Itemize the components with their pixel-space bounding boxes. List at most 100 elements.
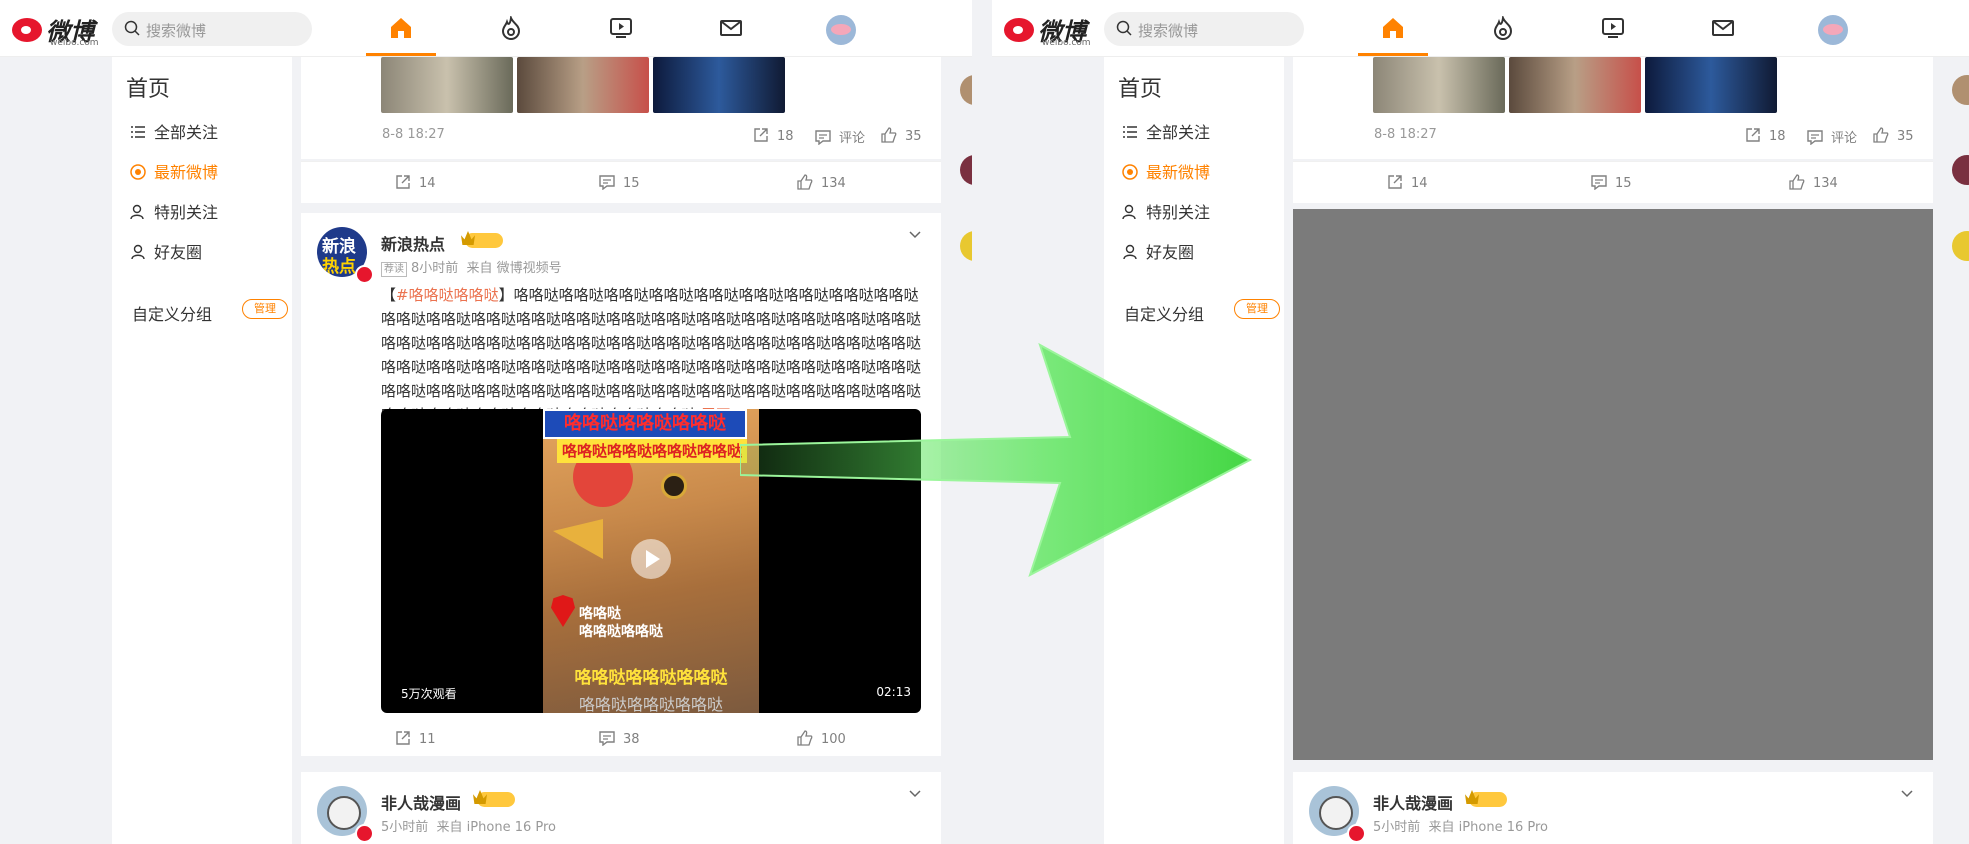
search-placeholder: 搜索微博 bbox=[1138, 22, 1199, 40]
user-avatar[interactable] bbox=[826, 15, 856, 45]
mail-icon bbox=[1712, 20, 1734, 36]
weibo-logo[interactable]: 微博 weibo.com bbox=[1002, 10, 1092, 48]
share-count: 18 bbox=[777, 129, 794, 144]
manage-button[interactable]: 管理 bbox=[242, 299, 288, 319]
right-column bbox=[1942, 57, 1969, 844]
post-image[interactable] bbox=[1373, 57, 1505, 113]
post-meta: 荐读 8小时前 来自 微博视频号 bbox=[381, 257, 562, 277]
verified-icon bbox=[1347, 824, 1366, 843]
post-image[interactable] bbox=[1509, 57, 1641, 113]
sidebar-item-all-follow[interactable]: 全部关注 bbox=[1122, 119, 1210, 143]
sidebar-item-special[interactable]: 特别关注 bbox=[130, 199, 218, 223]
chicken-eye bbox=[661, 473, 687, 499]
like-button[interactable]: 134 bbox=[797, 174, 846, 191]
search-box[interactable]: 搜索微博 bbox=[1104, 12, 1304, 46]
sidebar-item-latest[interactable]: 最新微博 bbox=[1122, 159, 1210, 183]
user-icon bbox=[1123, 244, 1137, 260]
weibo-logo[interactable]: 微博 weibo.com bbox=[10, 10, 100, 48]
comment-button[interactable]: 评论 bbox=[815, 127, 865, 146]
share-count: 11 bbox=[419, 732, 436, 747]
comment-button[interactable]: 15 bbox=[599, 174, 640, 191]
post-source: 来自 iPhone 16 Pro bbox=[1428, 820, 1548, 835]
nav-home[interactable] bbox=[366, 0, 436, 56]
chevron-down-icon[interactable] bbox=[909, 788, 921, 800]
sidebar-item-special[interactable]: 特别关注 bbox=[1122, 199, 1210, 223]
chevron-down-icon[interactable] bbox=[1901, 788, 1913, 800]
comment-icon bbox=[599, 731, 615, 746]
list-icon bbox=[131, 126, 145, 138]
user-avatar[interactable] bbox=[1818, 15, 1848, 45]
avatar[interactable] bbox=[1952, 75, 1969, 105]
post-author[interactable]: 非人哉漫画 bbox=[381, 790, 461, 814]
post-image[interactable] bbox=[517, 57, 649, 113]
share-button[interactable]: 18 bbox=[753, 127, 794, 144]
next-post-card: 非人哉漫画 5小时前 来自 iPhone 16 Pro bbox=[301, 772, 941, 844]
video-caption-bottom: 咯咯哒咯咯哒咯咯哒 bbox=[574, 668, 728, 688]
search-box[interactable]: 搜索微博 bbox=[112, 12, 312, 46]
post-image[interactable] bbox=[381, 57, 513, 113]
sidebar-item-label: 最新微博 bbox=[1146, 163, 1211, 182]
like-button[interactable]: 100 bbox=[797, 730, 846, 747]
nav-mail[interactable] bbox=[1688, 0, 1758, 56]
avatar[interactable] bbox=[960, 231, 972, 261]
sidebar-item-friends[interactable]: 好友圈 bbox=[1122, 239, 1194, 263]
hot-icon bbox=[501, 16, 521, 40]
share-button[interactable]: 18 bbox=[1745, 127, 1786, 144]
video-views: 5万次观看 bbox=[401, 687, 457, 701]
sidebar-item-label: 好友圈 bbox=[1146, 243, 1195, 262]
comment-button[interactable]: 评论 bbox=[1807, 127, 1857, 146]
comment-button[interactable]: 15 bbox=[1591, 174, 1632, 191]
sidebar-item-friends[interactable]: 好友圈 bbox=[130, 239, 202, 263]
post-meta: 5小时前 来自 iPhone 16 Pro bbox=[381, 816, 556, 835]
post-image[interactable] bbox=[1645, 57, 1777, 113]
avatar[interactable] bbox=[960, 155, 972, 185]
share-button[interactable]: 11 bbox=[395, 730, 436, 747]
avatar[interactable] bbox=[1952, 231, 1969, 261]
post-time[interactable]: 5小时前 bbox=[381, 820, 428, 835]
manage-button[interactable]: 管理 bbox=[1234, 299, 1280, 319]
sidebar-item-latest[interactable]: 最新微博 bbox=[130, 159, 218, 183]
chevron-down-icon[interactable] bbox=[909, 229, 921, 241]
comment-count: 15 bbox=[623, 176, 640, 191]
action-bar-inner: 14 15 134 bbox=[301, 161, 941, 202]
like-button[interactable]: 134 bbox=[1789, 174, 1838, 191]
post-image[interactable] bbox=[653, 57, 785, 113]
post-time[interactable]: 5小时前 bbox=[1373, 820, 1420, 835]
nav-hot[interactable] bbox=[476, 0, 546, 56]
post-source: 来自 iPhone 16 Pro bbox=[436, 820, 556, 835]
share-button[interactable]: 14 bbox=[1387, 174, 1428, 191]
comment-count: 38 bbox=[623, 732, 640, 747]
search-placeholder: 搜索微博 bbox=[146, 22, 207, 40]
share-count: 18 bbox=[1769, 129, 1786, 144]
like-icon bbox=[797, 730, 813, 746]
avatar[interactable] bbox=[1952, 155, 1969, 185]
comment-icon bbox=[599, 175, 615, 190]
like-button[interactable]: 35 bbox=[881, 127, 922, 144]
post-author[interactable]: 新浪热点 bbox=[381, 231, 445, 255]
bracket: 【 bbox=[381, 286, 397, 304]
comment-button[interactable]: 38 bbox=[599, 730, 640, 747]
nav-hot[interactable] bbox=[1468, 0, 1538, 56]
video-icon bbox=[610, 18, 632, 38]
nav-video[interactable] bbox=[1578, 0, 1648, 56]
share-button[interactable]: 14 bbox=[395, 174, 436, 191]
sidebar-item-all-follow[interactable]: 全部关注 bbox=[130, 119, 218, 143]
vip-badge-icon bbox=[465, 233, 503, 248]
video-caption-top: 咯咯哒咯咯哒咯咯哒 bbox=[543, 409, 747, 439]
nav-video[interactable] bbox=[586, 0, 656, 56]
like-count: 100 bbox=[821, 732, 846, 747]
topic-link[interactable]: #咯咯哒咯咯哒 bbox=[396, 286, 499, 304]
location-line: 咯咯哒咯咯哒 bbox=[579, 624, 663, 640]
post-time[interactable]: 8小时前 bbox=[411, 261, 458, 276]
post-author[interactable]: 非人哉漫画 bbox=[1373, 790, 1453, 814]
nav-mail[interactable] bbox=[696, 0, 766, 56]
nav-home[interactable] bbox=[1358, 0, 1428, 56]
play-icon[interactable] bbox=[631, 539, 671, 579]
avatar[interactable] bbox=[960, 75, 972, 105]
location-line: 咯咯哒 bbox=[579, 606, 621, 622]
user-star-icon bbox=[1122, 204, 1136, 220]
search-icon bbox=[124, 20, 140, 36]
logo-sub: weibo.com bbox=[1042, 38, 1091, 48]
sidebar-item-label: 好友圈 bbox=[154, 243, 203, 262]
like-button[interactable]: 35 bbox=[1873, 127, 1914, 144]
